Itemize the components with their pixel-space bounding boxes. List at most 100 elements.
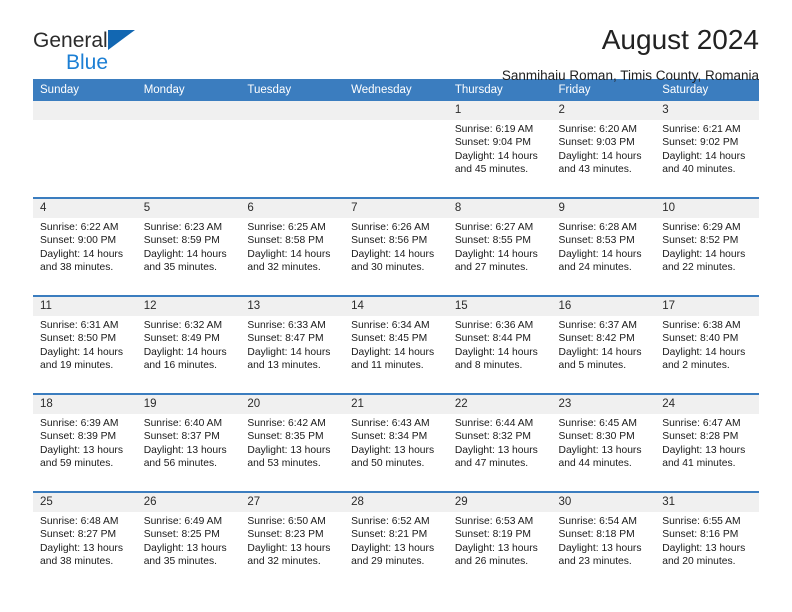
day-cell[interactable]: Sunrise: 6:45 AM Sunset: 8:30 PM Daylight:… — [551, 414, 656, 492]
day-cell[interactable]: Sunrise: 6:47 AM Sunset: 8:28 PM Daylight:… — [655, 414, 759, 492]
day-cell[interactable]: Sunrise: 6:50 AM Sunset: 8:23 PM Daylight:… — [240, 512, 345, 589]
day-cell[interactable]: Sunrise: 6:40 AM Sunset: 8:37 PM Daylight:… — [136, 414, 241, 492]
sunset-text: Sunset: 8:30 PM — [558, 431, 635, 443]
day-cell[interactable]: Sunrise: 6:48 AM Sunset: 8:27 PM Daylight:… — [33, 512, 137, 589]
day-cell[interactable]: Sunrise: 6:31 AM Sunset: 8:50 PM Daylight:… — [33, 316, 137, 394]
weekday-header-tuesday: Tuesday — [240, 79, 345, 101]
day-number[interactable]: 28 — [344, 491, 448, 512]
day-cell[interactable]: Sunrise: 6:36 AM Sunset: 8:44 PM Daylight:… — [447, 316, 552, 394]
day-number[interactable]: 7 — [344, 197, 448, 218]
day-number[interactable]: 12 — [136, 295, 241, 316]
day-cell[interactable]: Sunrise: 6:38 AM Sunset: 8:40 PM Daylight:… — [655, 316, 759, 394]
day-cell[interactable]: Sunrise: 6:42 AM Sunset: 8:35 PM Daylight:… — [240, 414, 345, 492]
title-block: August 2024 Sanmihaiu Roman, Timis Count… — [502, 24, 759, 84]
daylight-text-line1: Daylight: 14 hours — [662, 346, 746, 358]
day-number-empty — [33, 101, 137, 120]
day-cell[interactable]: Sunrise: 6:23 AM Sunset: 8:59 PM Daylight:… — [136, 218, 241, 296]
day-number[interactable]: 29 — [447, 491, 552, 512]
day-cell[interactable]: Sunrise: 6:19 AM Sunset: 9:04 PM Daylight:… — [447, 120, 552, 198]
day-cell[interactable]: Sunrise: 6:32 AM Sunset: 8:49 PM Daylight:… — [136, 316, 241, 394]
daylight-text-line2: and 8 minutes. — [454, 360, 523, 372]
day-number[interactable]: 27 — [240, 491, 345, 512]
day-number[interactable]: 4 — [33, 197, 137, 218]
brand-logo[interactable]: General Blue — [33, 26, 135, 74]
calendar-body: 1 2 3 Sunrise: 6:19 AM Sunset: 9:04 PM Daylig… — [33, 101, 759, 589]
day-cell[interactable]: Sunrise: 6:55 AM Sunset: 8:16 PM Daylight:… — [655, 512, 759, 589]
sunrise-text: Sunrise: 6:34 AM — [351, 320, 430, 331]
day-cell[interactable]: Sunrise: 6:49 AM Sunset: 8:25 PM Daylight:… — [136, 512, 241, 589]
day-number[interactable]: 5 — [136, 197, 241, 218]
day-number[interactable]: 8 — [447, 197, 552, 218]
daylight-text-line2: and 20 minutes. — [662, 556, 736, 568]
sunrise-text: Sunrise: 6:26 AM — [351, 222, 430, 233]
day-number[interactable]: 20 — [240, 393, 345, 414]
day-cell[interactable]: Sunrise: 6:44 AM Sunset: 8:32 PM Daylight:… — [447, 414, 552, 492]
day-number[interactable]: 25 — [33, 491, 137, 512]
day-cell[interactable]: Sunrise: 6:22 AM Sunset: 9:00 PM Daylight:… — [33, 218, 137, 296]
day-number-empty — [344, 101, 448, 120]
sunrise-text: Sunrise: 6:23 AM — [143, 222, 223, 233]
day-number[interactable]: 9 — [551, 197, 656, 218]
day-cell[interactable]: Sunrise: 6:27 AM Sunset: 8:55 PM Daylight:… — [447, 218, 552, 296]
day-cell[interactable]: Sunrise: 6:21 AM Sunset: 9:02 PM Daylight:… — [655, 120, 759, 198]
sunset-text: Sunset: 8:52 PM — [662, 235, 739, 247]
daylight-text-line1: Daylight: 13 hours — [454, 542, 538, 554]
day-number[interactable]: 1 — [447, 101, 552, 120]
day-number[interactable]: 24 — [655, 393, 759, 414]
day-number[interactable]: 6 — [240, 197, 345, 218]
day-number[interactable]: 2 — [551, 101, 656, 120]
day-number[interactable]: 31 — [655, 491, 759, 512]
sunset-text: Sunset: 8:55 PM — [454, 235, 531, 247]
daylight-text-line2: and 11 minutes. — [351, 360, 424, 372]
day-cell[interactable]: Sunrise: 6:39 AM Sunset: 8:39 PM Daylight:… — [33, 414, 137, 492]
day-cell[interactable]: Sunrise: 6:26 AM Sunset: 8:56 PM Daylight:… — [344, 218, 448, 296]
sunset-text: Sunset: 9:02 PM — [662, 137, 739, 149]
daylight-text-line2: and 5 minutes. — [558, 360, 627, 372]
week-daynum-row: 4 5 6 7 8 9 10 — [33, 197, 759, 218]
day-number[interactable]: 15 — [447, 295, 552, 316]
calendar-grid: Sunday Monday Tuesday Wednesday Thursday… — [33, 79, 759, 589]
sunrise-text: Sunrise: 6:32 AM — [143, 320, 223, 331]
sunrise-text: Sunrise: 6:37 AM — [558, 320, 637, 331]
daylight-text-line2: and 26 minutes. — [454, 556, 529, 568]
day-number[interactable]: 18 — [33, 393, 137, 414]
sunset-text: Sunset: 8:44 PM — [454, 333, 531, 345]
day-cell[interactable]: Sunrise: 6:34 AM Sunset: 8:45 PM Daylight:… — [344, 316, 448, 394]
day-number[interactable]: 3 — [655, 101, 759, 120]
day-number[interactable]: 26 — [136, 491, 241, 512]
sunset-text: Sunset: 8:53 PM — [558, 235, 635, 247]
day-cell[interactable]: Sunrise: 6:25 AM Sunset: 8:58 PM Daylight:… — [240, 218, 345, 296]
sunset-text: Sunset: 9:04 PM — [454, 137, 531, 149]
day-cell[interactable]: Sunrise: 6:29 AM Sunset: 8:52 PM Daylight:… — [655, 218, 759, 296]
day-number[interactable]: 22 — [447, 393, 552, 414]
day-cell[interactable]: Sunrise: 6:53 AM Sunset: 8:19 PM Daylight:… — [447, 512, 552, 589]
day-number[interactable]: 11 — [33, 295, 137, 316]
day-cell[interactable]: Sunrise: 6:43 AM Sunset: 8:34 PM Daylight:… — [344, 414, 448, 492]
day-number[interactable]: 21 — [344, 393, 448, 414]
daylight-text-line1: Daylight: 14 hours — [40, 346, 123, 358]
day-number[interactable]: 10 — [655, 197, 759, 218]
sunset-text: Sunset: 8:42 PM — [558, 333, 635, 345]
week-daynum-row: 123 — [33, 101, 759, 120]
day-cell-empty — [240, 120, 345, 198]
day-cell[interactable]: Sunrise: 6:28 AM Sunset: 8:53 PM Daylight:… — [551, 218, 656, 296]
day-number[interactable]: 23 — [551, 393, 656, 414]
day-cell[interactable]: Sunrise: 6:52 AM Sunset: 8:21 PM Daylight:… — [344, 512, 448, 589]
day-cell[interactable]: Sunrise: 6:54 AM Sunset: 8:18 PM Daylight:… — [551, 512, 656, 589]
page-title: August 2024 — [601, 24, 759, 55]
day-number[interactable]: 14 — [344, 295, 448, 316]
sunset-text: Sunset: 8:25 PM — [143, 529, 220, 541]
day-number[interactable]: 17 — [655, 295, 759, 316]
day-cell[interactable]: Sunrise: 6:37 AM Sunset: 8:42 PM Daylight:… — [551, 316, 656, 394]
day-number[interactable]: 30 — [551, 491, 656, 512]
day-number[interactable]: 13 — [240, 295, 345, 316]
brand-name-general: General — [33, 29, 108, 52]
daylight-text-line2: and 56 minutes. — [143, 458, 217, 470]
sunset-text: Sunset: 8:18 PM — [558, 529, 635, 541]
daylight-text-line1: Daylight: 14 hours — [351, 346, 435, 358]
day-number[interactable]: 16 — [551, 295, 656, 316]
day-cell[interactable]: Sunrise: 6:33 AM Sunset: 8:47 PM Daylight:… — [240, 316, 345, 394]
calendar-table: Sunday Monday Tuesday Wednesday Thursday… — [33, 79, 759, 589]
day-number[interactable]: 19 — [136, 393, 241, 414]
day-cell[interactable]: Sunrise: 6:20 AM Sunset: 9:03 PM Daylight:… — [551, 120, 656, 198]
